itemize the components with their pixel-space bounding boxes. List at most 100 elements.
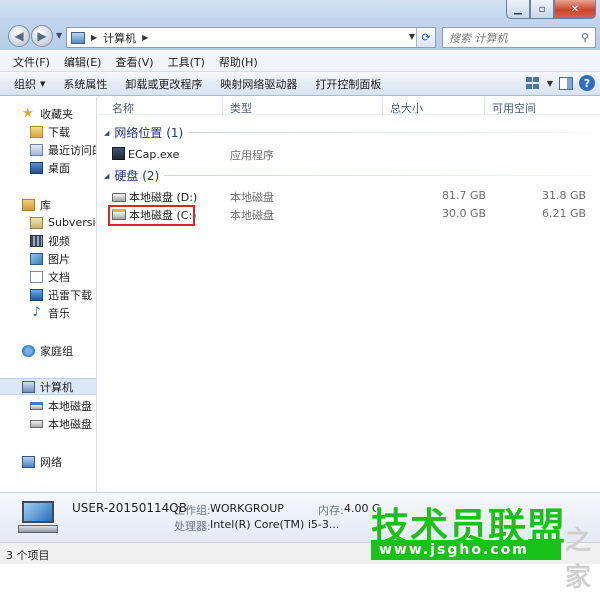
address-bar[interactable]: ▶ 计算机 ▶ ▼ ⟳ (66, 27, 436, 48)
search-input[interactable]: 搜索 计算机 ⚲ (442, 27, 596, 48)
organize-button[interactable]: 组织 ▼ (14, 76, 45, 92)
menu-edit[interactable]: 编辑(E) (57, 54, 109, 70)
column-total-size[interactable]: 总大小 (390, 100, 423, 116)
group-hard-disks[interactable]: ◢ 硬盘 (2) (104, 167, 159, 184)
column-divider[interactable] (382, 97, 383, 115)
desktop-icon (30, 161, 43, 174)
column-type[interactable]: 类型 (230, 100, 252, 116)
collapse-icon: ◢ (104, 128, 110, 137)
item-total-size: 81.7 GB (442, 189, 487, 202)
menu-tools[interactable]: 工具(T) (161, 54, 212, 70)
nav-desktop[interactable]: 桌面 (30, 159, 96, 176)
column-free-space[interactable]: 可用空间 (492, 100, 536, 116)
column-divider[interactable] (222, 97, 223, 115)
item-free-space: 31.8 GB (542, 189, 587, 202)
breadcrumb-computer[interactable]: 计算机 (103, 30, 136, 46)
processor-label: 处理器: (174, 520, 211, 533)
document-library-icon (30, 270, 43, 283)
list-item-drive-d[interactable]: 本地磁盘 (D:) 本地磁盘 81.7 GB 31.8 GB (98, 187, 600, 205)
nav-label: 图片 (48, 252, 70, 266)
nav-pictures[interactable]: 图片 (30, 250, 96, 267)
nav-label: 视频 (48, 234, 70, 248)
group-divider (164, 175, 594, 176)
group-label: 硬盘 (2) (114, 169, 160, 183)
nav-label: 最近访问的 (48, 143, 96, 157)
explorer-window: ▁ ▫ ✕ ◀ ▶ ▼ ▶ 计算机 ▶ ▼ ⟳ 搜索 计算机 ⚲ 文件(F) 编… (0, 0, 600, 593)
breadcrumb-separator-icon[interactable]: ▶ (91, 33, 97, 42)
help-icon[interactable]: ? (579, 75, 595, 91)
nav-label: 本地磁盘 (C (48, 399, 96, 413)
picture-library-icon (30, 252, 43, 265)
view-options-dropdown-icon[interactable]: ▼ (547, 79, 553, 88)
nav-drive-c[interactable]: 本地磁盘 (C (30, 397, 96, 414)
map-network-drive-button[interactable]: 映射网络驱动器 (220, 76, 297, 92)
nav-videos[interactable]: 视频 (30, 232, 96, 249)
nav-favorites[interactable]: ★ 收藏夹 (22, 105, 96, 122)
column-divider[interactable] (484, 97, 485, 115)
column-name[interactable]: 名称 (112, 100, 134, 116)
change-view-icon[interactable] (525, 76, 541, 90)
back-arrow-icon: ◀ (14, 29, 24, 43)
nav-libraries[interactable]: 库 (22, 196, 96, 213)
maximize-button[interactable]: ▫ (530, 0, 554, 19)
item-name: 本地磁盘 (D:) (129, 191, 198, 204)
organize-label: 组织 (14, 77, 36, 91)
computer-large-icon (18, 501, 58, 535)
status-bar: 3 个项目 (0, 542, 600, 564)
view-controls: ▼ ? (525, 75, 595, 91)
navigation-pane: ★ 收藏夹 下载 最近访问的 桌面 库 Subversion 视频 图片 文档 迅… (0, 97, 97, 492)
forward-button[interactable]: ▶ (31, 25, 53, 47)
nav-downloads[interactable]: 下载 (30, 123, 96, 140)
address-dropdown-icon[interactable]: ▼ (409, 32, 415, 41)
item-type: 本地磁盘 (230, 209, 274, 222)
system-properties-button[interactable]: 系统属性 (63, 76, 107, 92)
nav-recent[interactable]: 最近访问的 (30, 141, 96, 158)
menu-help[interactable]: 帮助(H) (212, 54, 265, 70)
workgroup-label: 工作组: (174, 504, 211, 517)
recent-pages-dropdown[interactable]: ▼ (56, 31, 66, 41)
group-network-locations[interactable]: ◢ 网络位置 (1) (104, 124, 183, 141)
open-control-panel-button[interactable]: 打开控制面板 (315, 76, 381, 92)
nav-drive-d[interactable]: 本地磁盘 (D (30, 415, 96, 432)
file-list: 名称 类型 总大小 可用空间 ◢ 网络位置 (1) ECap.exe 应用程序 … (98, 97, 600, 492)
title-bar: ▁ ▫ ✕ ◀ ▶ ▼ ▶ 计算机 ▶ ▼ ⟳ 搜索 计算机 ⚲ (0, 0, 600, 50)
thunder-download-icon (30, 288, 43, 301)
network-icon (22, 455, 35, 468)
close-button[interactable]: ✕ (554, 0, 596, 19)
uninstall-program-button[interactable]: 卸载或更改程序 (125, 76, 202, 92)
subversion-folder-icon (30, 216, 43, 229)
hard-drive-icon (30, 419, 43, 428)
star-icon: ★ (22, 105, 34, 121)
nav-homegroup[interactable]: 家庭组 (22, 342, 96, 359)
breadcrumb-separator-icon[interactable]: ▶ (142, 33, 148, 42)
chevron-down-icon: ▼ (40, 79, 46, 88)
nav-label: 本地磁盘 (D (48, 417, 96, 431)
item-name: ECap.exe (128, 148, 180, 161)
nav-label: Subversion (48, 216, 96, 229)
red-highlight-box (108, 205, 195, 226)
minimize-button[interactable]: ▁ (506, 0, 530, 19)
menu-view[interactable]: 查看(V) (108, 54, 160, 70)
nav-computer[interactable]: 计算机 (0, 378, 96, 395)
memory-value: 4.00 G (344, 502, 381, 515)
list-item-ecap[interactable]: ECap.exe 应用程序 (98, 145, 600, 163)
nav-documents[interactable]: 文档 (30, 268, 96, 285)
nav-label: 家庭组 (40, 344, 73, 358)
search-icon[interactable]: ⚲ (575, 31, 595, 44)
back-button[interactable]: ◀ (8, 25, 30, 47)
nav-thunder-downloads[interactable]: 迅雷下载 (30, 286, 96, 303)
refresh-button[interactable]: ⟳ (416, 28, 435, 47)
nav-network[interactable]: 网络 (22, 453, 96, 470)
music-note-icon: ♪ (32, 304, 41, 320)
item-count: 3 个项目 (6, 549, 50, 562)
item-free-space: 6.21 GB (542, 207, 587, 220)
window-controls: ▁ ▫ ✕ (506, 0, 596, 19)
nav-music[interactable]: ♪ 音乐 (30, 304, 96, 321)
nav-label: 文档 (48, 270, 70, 284)
menu-file[interactable]: 文件(F) (6, 54, 57, 70)
forward-arrow-icon: ▶ (37, 29, 47, 43)
nav-subversion[interactable]: Subversion (30, 214, 96, 231)
preview-pane-icon[interactable] (559, 76, 573, 90)
system-drive-icon (30, 401, 43, 410)
nav-label: 音乐 (48, 306, 70, 320)
